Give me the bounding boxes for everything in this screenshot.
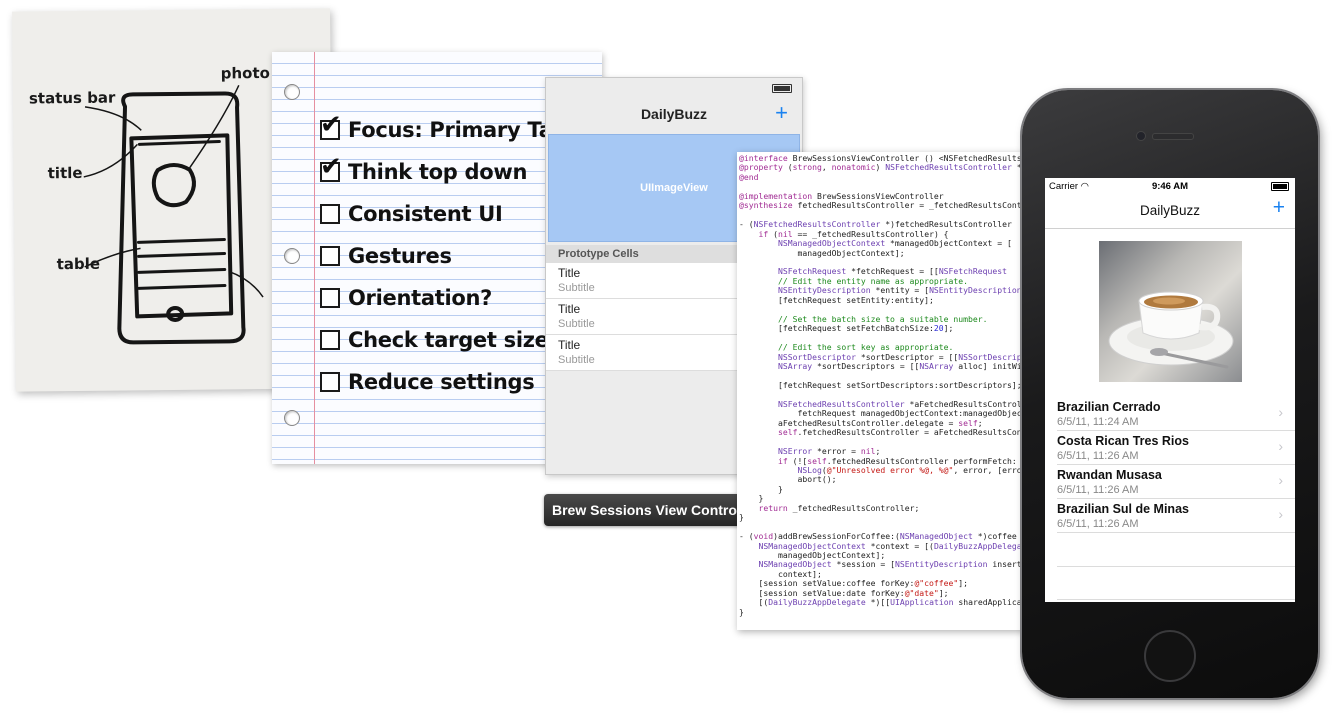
plus-icon[interactable]: + <box>775 100 788 126</box>
image-view-label: UIImageView <box>640 182 708 194</box>
nav-bar: DailyBuzz + <box>1045 194 1295 229</box>
coffee-photo <box>1099 241 1242 382</box>
coffee-cup-image <box>1108 291 1234 369</box>
row-title: Brazilian Cerrado <box>1057 400 1161 414</box>
row-title: Brazilian Sul de Minas <box>1057 502 1189 516</box>
sketch-label-photo: photo <box>220 63 270 83</box>
checklist-item: ✔ Think top down <box>320 154 528 187</box>
code-editor: @interface BrewSessionsViewController ()… <box>737 152 1027 630</box>
storyboard-nav-bar: DailyBuzz + <box>546 96 802 132</box>
storyboard-nav-title: DailyBuzz <box>640 106 708 122</box>
iphone-device: Carrier ◠ 9:46 AM DailyBuzz + Brazilian … <box>1022 90 1318 698</box>
checkbox-checked[interactable]: ✔ <box>320 112 342 140</box>
checklist-item: Check target size <box>320 325 549 355</box>
source-code: @interface BrewSessionsViewController ()… <box>739 153 1027 617</box>
empty-row-separator <box>1057 566 1295 567</box>
row-date: 6/5/11, 11:26 AM <box>1057 450 1139 462</box>
row-date: 6/5/11, 11:26 AM <box>1057 484 1139 496</box>
checklist-item: Orientation? <box>320 283 492 313</box>
checkbox-checked[interactable]: ✔ <box>320 154 342 182</box>
checkbox-unchecked[interactable] <box>320 372 340 392</box>
row-title: Rwandan Musasa <box>1057 468 1162 482</box>
plus-icon[interactable]: + <box>1273 196 1285 220</box>
checklist-item: Consistent UI <box>320 199 503 229</box>
checklist-item: Gestures <box>320 241 452 271</box>
phone-screen: Carrier ◠ 9:46 AM DailyBuzz + Brazilian … <box>1045 178 1295 602</box>
checkbox-unchecked[interactable] <box>320 246 340 266</box>
row-date: 6/5/11, 11:26 AM <box>1057 518 1139 530</box>
chevron-right-icon: › <box>1278 506 1283 522</box>
checklist-item-label: Gestures <box>348 244 452 268</box>
binder-hole <box>284 84 300 100</box>
checklist-item-label: Reduce settings <box>348 370 535 394</box>
sketch-label-table: table <box>56 254 101 274</box>
front-camera <box>1136 131 1146 141</box>
chevron-right-icon: › <box>1278 404 1283 420</box>
binder-hole <box>284 248 300 264</box>
chevron-right-icon: › <box>1278 472 1283 488</box>
sketch-label-status-bar: status bar <box>28 88 116 108</box>
checklist-item-label: Check target size <box>348 328 549 352</box>
paper-margin-line <box>314 52 315 464</box>
checkbox-unchecked[interactable] <box>320 330 340 350</box>
checkmark-icon: ✔ <box>320 152 342 182</box>
home-button[interactable] <box>1144 630 1196 682</box>
checkmark-icon: ✔ <box>320 110 342 140</box>
table-row[interactable]: Brazilian Cerrado 6/5/11, 11:24 AM › <box>1057 396 1295 431</box>
checklist-item-label: Think top down <box>348 160 528 184</box>
checkbox-unchecked[interactable] <box>320 288 340 308</box>
table-row[interactable]: Costa Rican Tres Rios 6/5/11, 11:26 AM › <box>1057 430 1295 465</box>
table-row[interactable]: Rwandan Musasa 6/5/11, 11:26 AM › <box>1057 464 1295 499</box>
nav-title: DailyBuzz <box>1139 203 1201 218</box>
chevron-right-icon: › <box>1278 438 1283 454</box>
row-date: 6/5/11, 11:24 AM <box>1057 416 1139 428</box>
row-title: Costa Rican Tres Rios <box>1057 434 1189 448</box>
battery-icon <box>772 84 792 93</box>
table-row[interactable]: Brazilian Sul de Minas 6/5/11, 11:26 AM … <box>1057 498 1295 533</box>
checklist-item-label: Orientation? <box>348 286 493 310</box>
sketch-label-title: title <box>47 163 83 183</box>
status-bar: Carrier ◠ 9:46 AM <box>1045 178 1295 194</box>
battery-icon <box>1271 182 1289 191</box>
checkbox-unchecked[interactable] <box>320 204 340 224</box>
checklist-item: Reduce settings <box>320 367 535 397</box>
checklist-item-label: Consistent UI <box>348 202 503 226</box>
empty-row-separator <box>1057 599 1295 600</box>
status-time: 9:46 AM <box>1151 181 1189 192</box>
earpiece-speaker <box>1152 133 1194 140</box>
binder-hole <box>284 410 300 426</box>
view-controller-label[interactable]: Brew Sessions View Controller <box>544 494 749 526</box>
